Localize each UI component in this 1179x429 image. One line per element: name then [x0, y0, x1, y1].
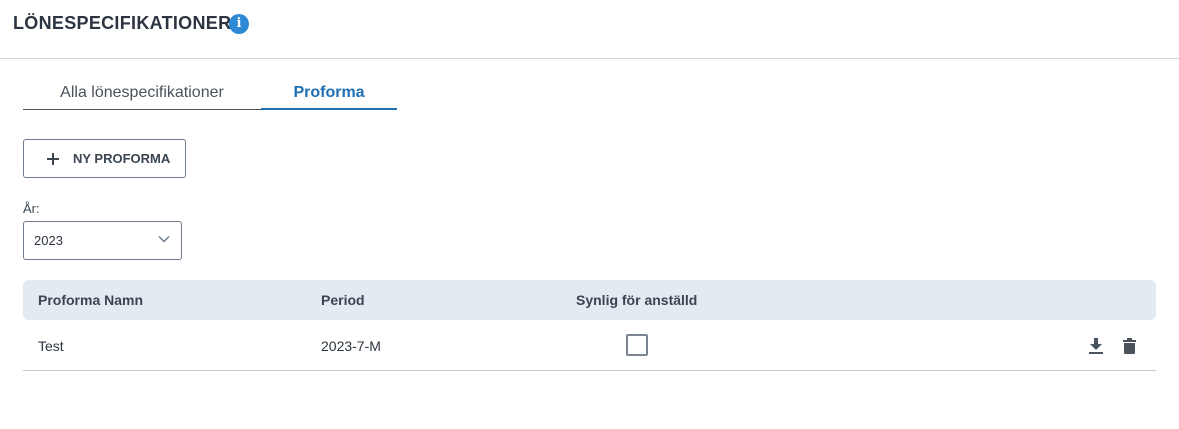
- page-header: LÖNESPECIFIKATIONER i: [0, 0, 1179, 59]
- year-select[interactable]: 2023: [23, 221, 182, 260]
- payslips-page: LÖNESPECIFIKATIONER i Alla lönespecifika…: [0, 0, 1179, 429]
- visible-to-employee-checkbox[interactable]: [626, 334, 648, 356]
- year-label: År:: [23, 201, 40, 216]
- new-proforma-button-label: NY PROFORMA: [73, 151, 171, 166]
- proforma-table: Proforma Namn Period Synlig för anställd…: [23, 280, 1156, 371]
- trash-icon[interactable]: [1123, 338, 1136, 354]
- column-header-name: Proforma Namn: [38, 292, 144, 308]
- column-header-period: Period: [321, 292, 365, 308]
- table-header: Proforma Namn Period Synlig för anställd: [23, 280, 1156, 320]
- tab-bar: Alla lönespecifikationer Proforma: [23, 80, 397, 110]
- table-row: Test 2023-7-M: [23, 320, 1156, 371]
- plus-icon: [47, 152, 59, 165]
- new-proforma-button[interactable]: NY PROFORMA: [23, 139, 186, 178]
- year-select-value: 2023: [34, 233, 63, 248]
- cell-period: 2023-7-M: [321, 338, 381, 354]
- tab-proforma[interactable]: Proforma: [261, 80, 397, 110]
- chevron-down-icon: [158, 235, 170, 243]
- column-header-visible: Synlig för anställd: [576, 292, 698, 308]
- tab-all-payslips[interactable]: Alla lönespecifikationer: [23, 80, 261, 110]
- download-icon[interactable]: [1089, 338, 1103, 354]
- cell-name: Test: [38, 338, 64, 354]
- info-icon[interactable]: i: [229, 14, 249, 34]
- page-title: LÖNESPECIFIKATIONER: [13, 13, 232, 33]
